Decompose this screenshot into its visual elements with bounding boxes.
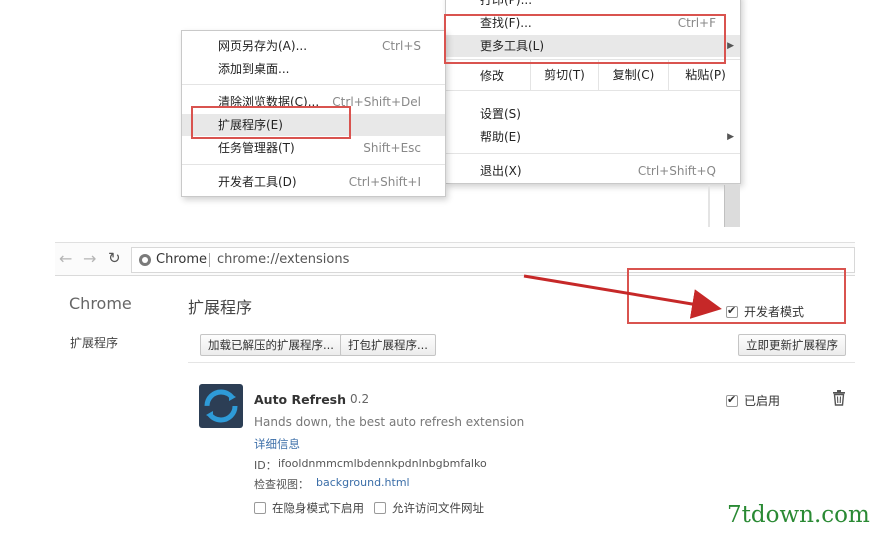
file-urls-option[interactable]: 允许访问文件网址 [374, 500, 484, 516]
extension-id: ifooldnmmcmlbdennkpdnlnbgbmfalko [278, 457, 487, 470]
incognito-option[interactable]: 在隐身模式下启用 [254, 500, 364, 516]
watermark: 7tdown.com [727, 502, 870, 528]
trash-icon[interactable] [832, 390, 846, 409]
update-extensions-button[interactable]: 立即更新扩展程序 [738, 334, 846, 356]
developer-mode-label: 开发者模式 [744, 305, 805, 319]
file-urls-checkbox[interactable] [374, 502, 386, 514]
extension-id-label: ID： [254, 459, 277, 472]
developer-mode-toggle[interactable]: 开发者模式 [726, 303, 804, 320]
pack-extension-button[interactable]: 打包扩展程序... [340, 334, 436, 356]
annotation-arrow [523, 274, 722, 319]
inspect-views-label: 检查视图： [254, 478, 309, 491]
inspect-background-link[interactable]: background.html [316, 476, 410, 489]
arrow-line [523, 274, 722, 319]
refresh-icon [199, 384, 243, 428]
incognito-label: 在隐身模式下启用 [272, 501, 364, 515]
divider [188, 362, 855, 363]
load-unpacked-button[interactable]: 加载已解压的扩展程序... [200, 334, 342, 356]
extension-details-link[interactable]: 详细信息 [254, 436, 300, 452]
extension-name: Auto Refresh [254, 392, 347, 407]
file-urls-label: 允许访问文件网址 [392, 501, 484, 515]
extension-description: Hands down, the best auto refresh extens… [254, 415, 525, 429]
developer-mode-checkbox[interactable] [726, 304, 738, 318]
enabled-checkbox[interactable] [726, 393, 738, 407]
enabled-toggle[interactable]: 已启用 [726, 392, 780, 409]
incognito-checkbox[interactable] [254, 502, 266, 514]
enabled-label: 已启用 [744, 394, 781, 408]
extension-version: 0.2 [350, 392, 370, 406]
